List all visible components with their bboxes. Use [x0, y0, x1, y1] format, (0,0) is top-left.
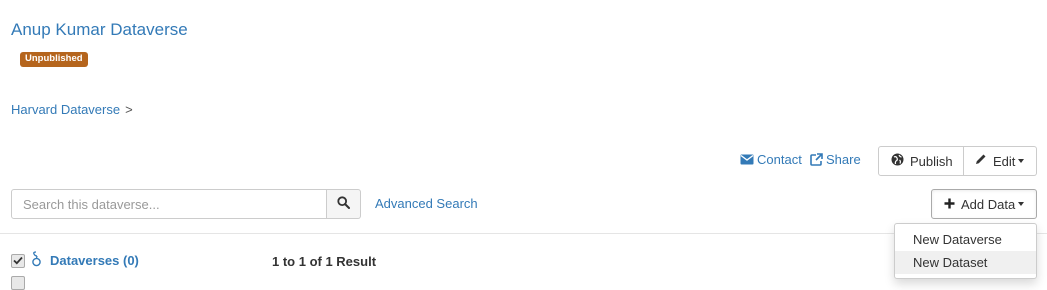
search-bar: [11, 189, 361, 219]
add-data-button[interactable]: Add Data: [931, 189, 1037, 219]
publish-label: Publish: [910, 153, 953, 169]
facet-datasets-partial: [11, 276, 25, 290]
publish-button[interactable]: Publish: [878, 146, 964, 176]
unpublished-badge: Unpublished: [20, 52, 88, 67]
breadcrumb: Harvard Dataverse >: [11, 102, 133, 117]
contact-link[interactable]: Contact: [740, 152, 802, 167]
dataverse-actions-group: Publish Edit: [878, 146, 1037, 176]
new-dataset-menu-item[interactable]: New Dataset: [895, 251, 1036, 274]
dataverses-checkbox[interactable]: [11, 253, 25, 268]
share-label: Share: [826, 152, 861, 167]
search-icon: [337, 196, 350, 212]
divider: [0, 233, 1047, 234]
dataverse-node-icon: [31, 251, 42, 270]
new-dataverse-menu-item[interactable]: New Dataverse: [895, 228, 1036, 251]
datasets-checkbox[interactable]: [11, 276, 25, 290]
edit-button[interactable]: Edit: [964, 146, 1037, 176]
breadcrumb-item-harvard-dataverse[interactable]: Harvard Dataverse: [11, 102, 120, 117]
share-link[interactable]: Share: [810, 152, 861, 167]
caret-down-icon: [1018, 159, 1025, 163]
dataverse-title[interactable]: Anup Kumar Dataverse: [11, 20, 188, 40]
dataverses-facet-label[interactable]: Dataverses (0): [50, 253, 139, 268]
share-icon: [810, 153, 823, 166]
edit-label: Edit: [993, 153, 1016, 169]
result-count: 1 to 1 of 1 Result: [272, 254, 377, 269]
breadcrumb-separator: >: [125, 102, 133, 117]
caret-down-icon: [1018, 202, 1025, 206]
contact-label: Contact: [757, 152, 802, 167]
pencil-icon: [974, 153, 987, 169]
advanced-search-link[interactable]: Advanced Search: [375, 196, 478, 211]
add-data-label: Add Data: [961, 196, 1016, 212]
facet-dataverses: Dataverses (0): [11, 251, 139, 270]
add-data-menu: New Dataverse New Dataset: [894, 223, 1037, 279]
search-button[interactable]: [327, 189, 361, 219]
search-input[interactable]: [11, 189, 327, 219]
globe-icon: [891, 153, 904, 169]
plus-icon: [944, 197, 955, 212]
envelope-icon: [740, 154, 754, 165]
